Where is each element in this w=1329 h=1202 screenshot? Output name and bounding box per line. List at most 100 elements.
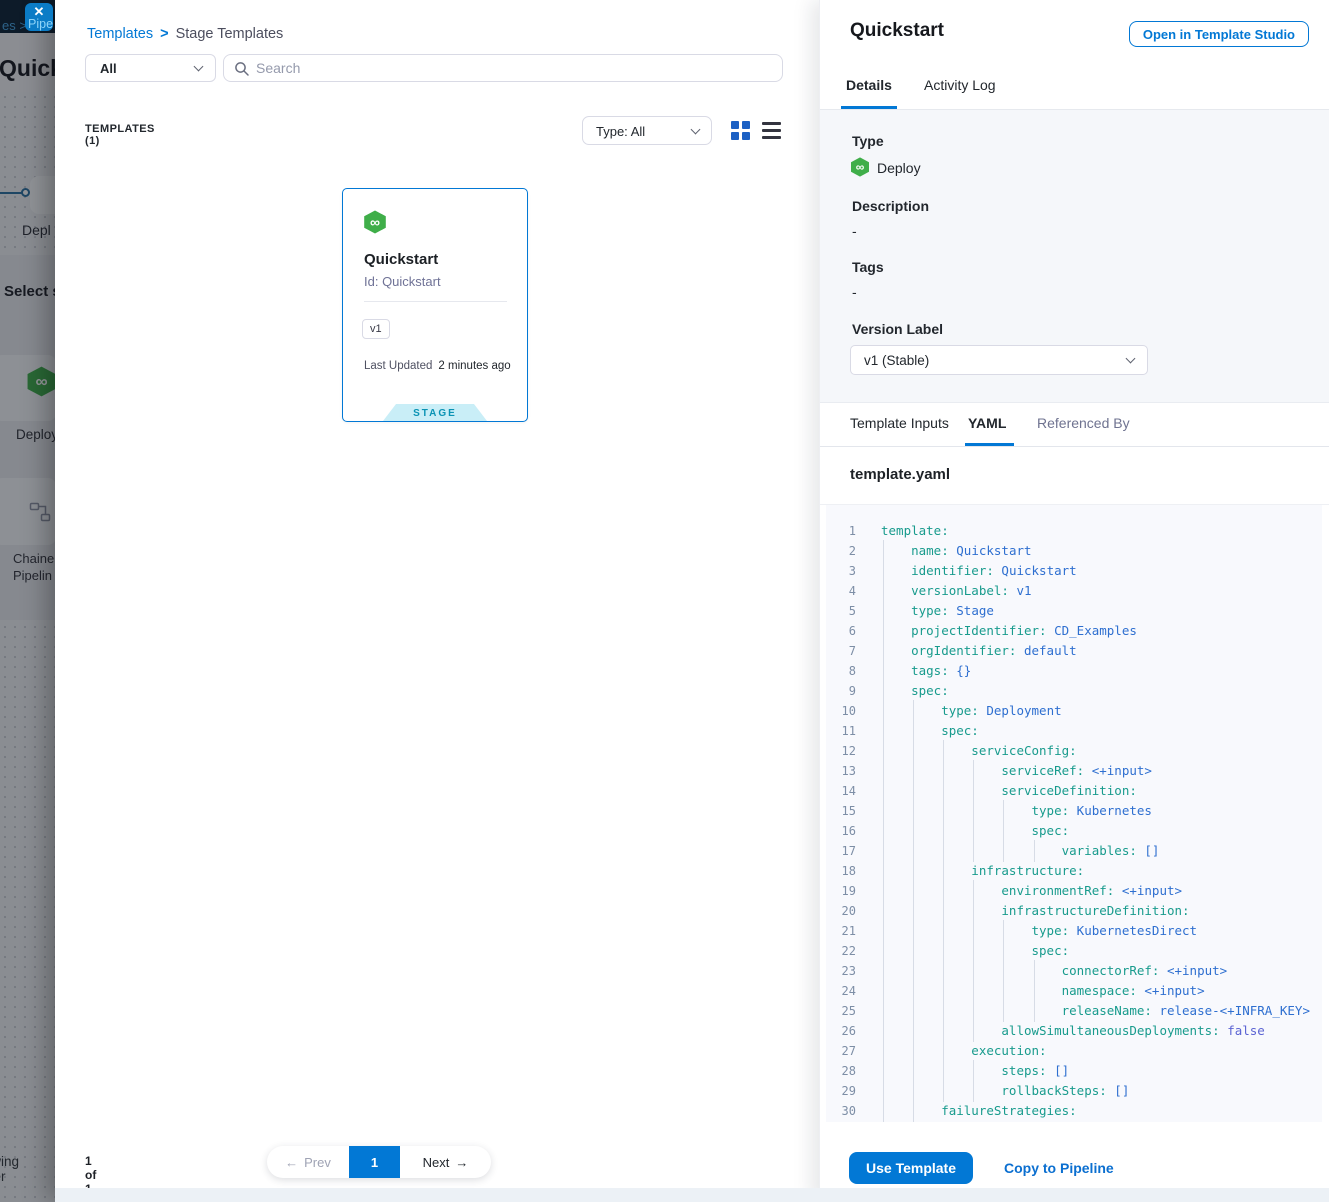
template-card-title: Quickstart bbox=[364, 251, 438, 268]
cd-deploy-icon: ∞ bbox=[363, 210, 387, 234]
background-pipeline-studio: es > Quicks Depl Select s ∞ Deploy Chai bbox=[0, 0, 55, 1202]
template-selector-drawer: Templates > Stage Templates All TEMPLATES … bbox=[55, 0, 1329, 1202]
next-page-button[interactable]: Next → bbox=[400, 1146, 491, 1178]
scope-filter-dropdown[interactable]: All bbox=[85, 54, 216, 82]
yaml-line: 22spec: bbox=[826, 941, 1322, 961]
yaml-line: 18infrastructure: bbox=[826, 861, 1322, 881]
yaml-line: 21type: KubernetesDirect bbox=[826, 921, 1322, 941]
template-card-id: Id: Quickstart bbox=[364, 274, 441, 289]
yaml-line: 5type: Stage bbox=[826, 601, 1322, 621]
modal-backdrop[interactable] bbox=[0, 0, 55, 1202]
next-label: Next bbox=[423, 1155, 450, 1170]
template-selector-page: es > Quicks Depl Select s ∞ Deploy Chai bbox=[0, 0, 1329, 1202]
version-select[interactable]: v1 (Stable) bbox=[850, 345, 1148, 375]
yaml-code[interactable]: 1template:2name: Quickstart3identifier: … bbox=[826, 505, 1322, 1122]
search-input[interactable] bbox=[256, 55, 766, 81]
arrow-left-icon: ← bbox=[285, 1155, 298, 1170]
details-footer: Use Template Copy to Pipeline bbox=[820, 1122, 1329, 1188]
yaml-line: 19environmentRef: <+input> bbox=[826, 881, 1322, 901]
description-value: - bbox=[852, 223, 857, 239]
grid-view-toggle-icon[interactable] bbox=[731, 121, 750, 140]
tags-value: - bbox=[852, 284, 857, 300]
page-1-button[interactable]: 1 bbox=[349, 1146, 400, 1178]
yaml-tab-bar: Template Inputs YAML Referenced By bbox=[820, 403, 1329, 447]
breadcrumb: Templates > Stage Templates bbox=[87, 26, 283, 42]
tags-label: Tags bbox=[852, 259, 884, 275]
type-value: Deploy bbox=[877, 160, 921, 176]
yaml-line: 3identifier: Quickstart bbox=[826, 561, 1322, 581]
divider bbox=[364, 301, 507, 302]
yaml-line: 14serviceDefinition: bbox=[826, 781, 1322, 801]
yaml-line: 12serviceConfig: bbox=[826, 741, 1322, 761]
arrow-right-icon: → bbox=[455, 1155, 468, 1170]
yaml-line: 11spec: bbox=[826, 721, 1322, 741]
tab-yaml[interactable]: YAML bbox=[968, 403, 1006, 444]
yaml-line: 13serviceRef: <+input> bbox=[826, 761, 1322, 781]
type-filter-dropdown[interactable]: Type: All bbox=[582, 116, 712, 145]
template-list-pane: Templates > Stage Templates All TEMPLATES … bbox=[55, 0, 819, 1202]
search-box bbox=[223, 54, 783, 82]
copy-to-pipeline-link[interactable]: Copy to Pipeline bbox=[1004, 1160, 1114, 1176]
description-label: Description bbox=[852, 198, 929, 214]
template-title: Quickstart bbox=[850, 20, 944, 42]
chevron-down-icon bbox=[691, 125, 701, 135]
yaml-line: 1template: bbox=[826, 521, 1322, 541]
drawer-close-button[interactable]: ✕ Pipe bbox=[25, 3, 53, 31]
cd-deploy-icon: ∞ bbox=[850, 157, 870, 177]
yaml-line: 23connectorRef: <+input> bbox=[826, 961, 1322, 981]
yaml-line: 6projectIdentifier: CD_Examples bbox=[826, 621, 1322, 641]
yaml-line: 10type: Deployment bbox=[826, 701, 1322, 721]
yaml-line: 2name: Quickstart bbox=[826, 541, 1322, 561]
yaml-file-name: template.yaml bbox=[850, 466, 950, 483]
list-view-toggle-icon[interactable] bbox=[762, 121, 781, 140]
details-section: Type ∞ Deploy Description - Tags - Versi… bbox=[820, 110, 1329, 403]
chevron-down-icon bbox=[194, 62, 204, 72]
page-bottom-strip bbox=[55, 1188, 1329, 1202]
type-label: Type bbox=[852, 133, 884, 149]
yaml-line: 15type: Kubernetes bbox=[826, 801, 1322, 821]
templates-count-label: TEMPLATES (1) bbox=[85, 123, 155, 147]
infinity-glyph: ∞ bbox=[856, 160, 865, 174]
use-template-button[interactable]: Use Template bbox=[849, 1152, 973, 1184]
template-details-pane: Quickstart Open in Template Studio Detai… bbox=[819, 0, 1329, 1202]
search-icon bbox=[234, 61, 250, 77]
yaml-line: 24namespace: <+input> bbox=[826, 981, 1322, 1001]
breadcrumb-templates-link[interactable]: Templates bbox=[87, 26, 153, 42]
yaml-line: 8tags: {} bbox=[826, 661, 1322, 681]
chevron-down-icon bbox=[1126, 354, 1136, 364]
open-in-template-studio-button[interactable]: Open in Template Studio bbox=[1129, 21, 1309, 47]
yaml-editor-area: 1template:2name: Quickstart3identifier: … bbox=[820, 505, 1329, 1122]
scope-filter-value: All bbox=[100, 61, 117, 76]
tab-referenced-by[interactable]: Referenced By bbox=[1037, 403, 1130, 444]
breadcrumb-chevron-icon: > bbox=[160, 26, 168, 42]
prev-page-button[interactable]: ← Prev bbox=[267, 1146, 349, 1178]
tab-activity-log[interactable]: Activity Log bbox=[915, 62, 1005, 109]
page-size-label: Showing 20 per page bbox=[0, 1154, 19, 1199]
yaml-file-header: template.yaml bbox=[820, 447, 1329, 505]
yaml-line: 29rollbackSteps: [] bbox=[826, 1081, 1322, 1101]
version-badge: v1 bbox=[362, 319, 390, 339]
last-updated: Last Updated2 minutes ago bbox=[364, 360, 511, 372]
template-card-quickstart[interactable]: ∞ Quickstart Id: Quickstart v1 Last Upda… bbox=[342, 188, 528, 422]
prev-label: Prev bbox=[304, 1155, 331, 1170]
details-tab-bar: Details Activity Log bbox=[820, 62, 1329, 110]
yaml-line: 26allowSimultaneousDeployments: false bbox=[826, 1021, 1322, 1041]
version-select-value: v1 (Stable) bbox=[864, 353, 929, 368]
type-filter-value: Type: All bbox=[596, 124, 645, 139]
infinity-glyph: ∞ bbox=[370, 214, 380, 230]
tab-template-inputs[interactable]: Template Inputs bbox=[850, 403, 949, 444]
yaml-line: 7orgIdentifier: default bbox=[826, 641, 1322, 661]
yaml-line: 28steps: [] bbox=[826, 1061, 1322, 1081]
last-updated-label: Last Updated bbox=[364, 360, 432, 372]
background-breadcrumb-active: Pipe bbox=[28, 17, 53, 31]
yaml-line: 17variables: [] bbox=[826, 841, 1322, 861]
tab-details[interactable]: Details bbox=[841, 62, 897, 109]
active-tab-underline bbox=[965, 443, 1014, 446]
yaml-line: 4versionLabel: v1 bbox=[826, 581, 1322, 601]
yaml-line: 9spec: bbox=[826, 681, 1322, 701]
yaml-line: 20infrastructureDefinition: bbox=[826, 901, 1322, 921]
pagination: ← Prev 1 Next → bbox=[267, 1146, 491, 1178]
version-label: Version Label bbox=[852, 321, 943, 337]
yaml-line: 30failureStrategies: bbox=[826, 1101, 1322, 1121]
breadcrumb-current: Stage Templates bbox=[176, 26, 284, 42]
